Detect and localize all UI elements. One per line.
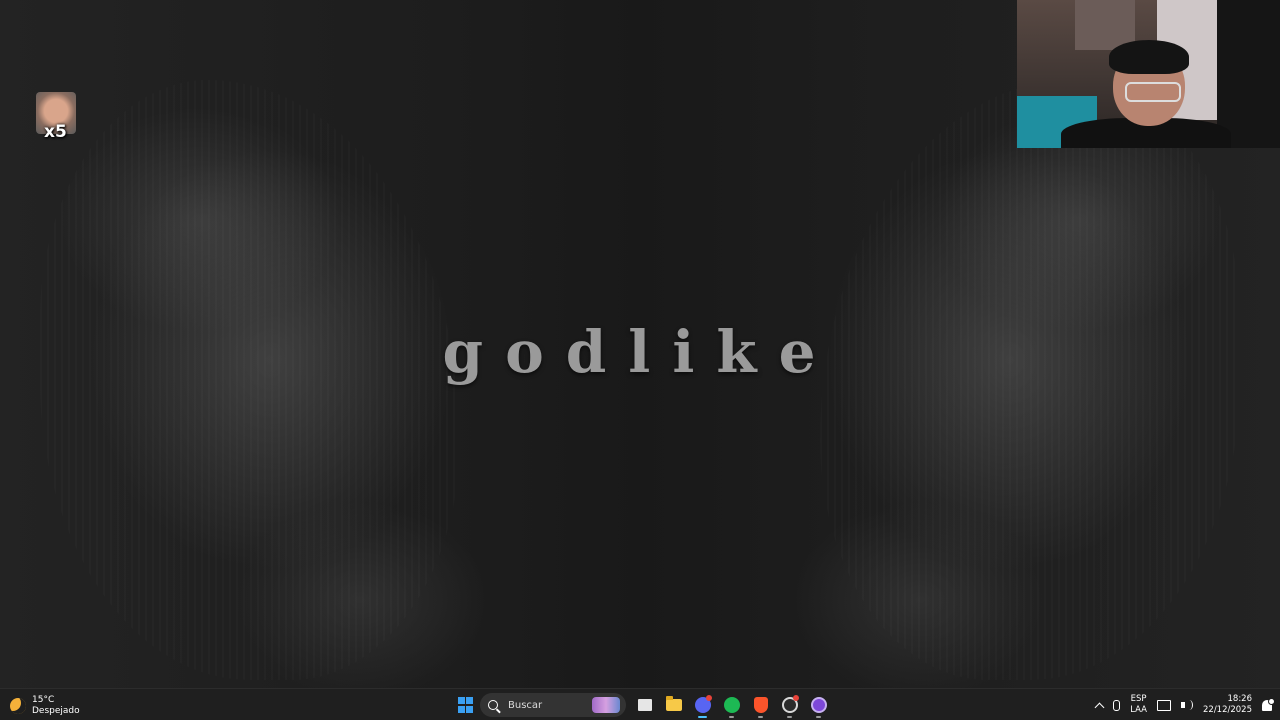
system-tray: ESP LAA 18:26 22/12/2025 [1094, 692, 1275, 718]
desktop-shortcut[interactable]: x5 [36, 92, 78, 146]
taskbar-app-obs[interactable] [804, 692, 833, 718]
network-icon[interactable] [1157, 699, 1171, 711]
webcam-person-glasses [1125, 82, 1181, 102]
webcam-person-hair [1109, 40, 1189, 74]
taskbar-app-discord[interactable] [688, 692, 717, 718]
wallpaper-angel-left [40, 80, 460, 680]
windows-logo-icon [457, 697, 474, 713]
webcam-clothes-rack [1217, 0, 1280, 148]
clock[interactable]: 18:26 22/12/2025 [1203, 694, 1252, 716]
search-icon [488, 700, 498, 710]
wallpaper-angel-right [820, 80, 1240, 680]
active-indicator [698, 716, 707, 718]
search-box[interactable]: Buscar [480, 693, 626, 717]
show-hidden-icons-chevron-icon[interactable] [1094, 702, 1105, 712]
volume-icon[interactable] [1181, 700, 1193, 710]
language-code: ESP [1130, 694, 1147, 704]
running-indicator [729, 716, 734, 718]
wallpaper-headline: godlike [442, 318, 838, 386]
search-placeholder: Buscar [508, 699, 543, 711]
taskbar-app-file-explorer[interactable] [659, 692, 688, 718]
weather-condition: Despejado [32, 706, 80, 716]
notifications-bell-icon[interactable] [1262, 697, 1275, 711]
task-view-icon [637, 699, 652, 711]
obs-icon [810, 697, 827, 713]
running-indicator [816, 716, 821, 718]
desktop-wallpaper: godlike x5 [0, 0, 1280, 688]
clock-time: 18:26 [1227, 694, 1253, 704]
notification-badge [706, 695, 712, 701]
shortcut-label: x5 [44, 122, 67, 142]
taskbar-app-task-view[interactable] [630, 692, 659, 718]
weather-temp: 15°C [32, 695, 55, 705]
taskbar: 15°C Despejado Buscar ESP LAA 18:26 22/1… [0, 688, 1280, 720]
microphone-icon[interactable] [1113, 699, 1121, 711]
taskbar-app-brave[interactable] [746, 692, 775, 718]
taskbar-app-steam[interactable] [775, 692, 804, 718]
search-highlight-icon [592, 697, 620, 713]
spotify-icon [723, 697, 740, 713]
taskbar-center: Buscar [451, 692, 833, 718]
notification-badge [793, 695, 799, 701]
brave-icon [753, 697, 768, 713]
input-language[interactable]: ESP LAA [1130, 694, 1147, 716]
start-button[interactable] [451, 692, 480, 718]
weather-widget[interactable]: 15°C Despejado [10, 693, 80, 719]
keyboard-layout: LAA [1130, 705, 1147, 715]
running-indicator [787, 716, 792, 718]
running-indicator [758, 716, 763, 718]
moon-icon [10, 698, 26, 714]
taskbar-app-spotify[interactable] [717, 692, 746, 718]
folder-icon [665, 696, 682, 711]
webcam-overlay [1017, 0, 1280, 148]
clock-date: 22/12/2025 [1203, 705, 1252, 715]
